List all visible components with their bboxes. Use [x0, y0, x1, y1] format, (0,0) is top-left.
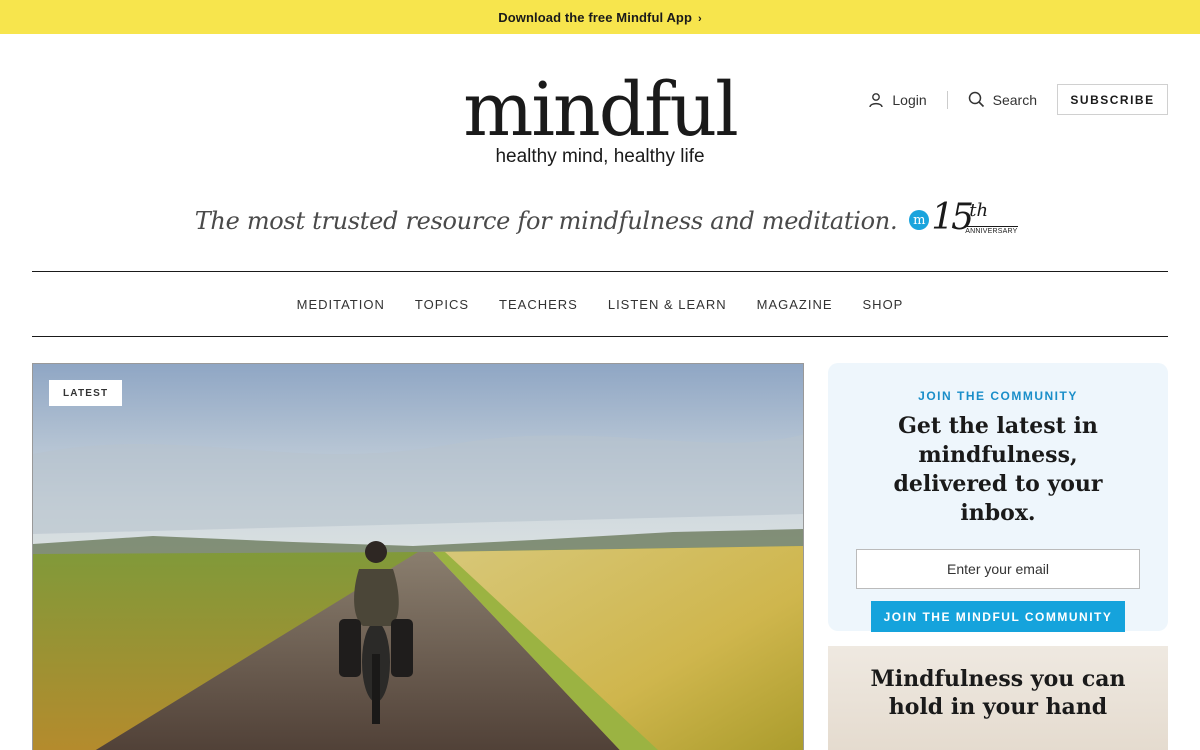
search-label: Search — [992, 91, 1037, 108]
logo-wordmark: mindful — [463, 67, 739, 153]
email-input[interactable] — [856, 549, 1140, 589]
anniversary-badge: m 15 th ANNIVERSARY — [909, 196, 1018, 246]
header-tools: Login Search SUBSCRIBE — [868, 84, 1168, 115]
signup-eyebrow: JOIN THE COMMUNITY — [918, 389, 1078, 403]
nav-item-magazine[interactable]: MAGAZINE — [757, 297, 833, 312]
nav-item-shop[interactable]: SHOP — [863, 297, 904, 312]
subscribe-button[interactable]: SUBSCRIBE — [1057, 84, 1168, 115]
user-icon — [869, 92, 884, 107]
join-community-button[interactable]: JOIN THE MINDFUL COMMUNITY — [871, 601, 1125, 632]
app-download-banner: Download the free Mindful App › — [0, 0, 1200, 34]
tools-divider — [946, 90, 948, 109]
download-app-label: Download the free Mindful App — [498, 9, 693, 25]
featured-article-card[interactable]: LATEST — [32, 363, 804, 750]
newsletter-signup: JOIN THE COMMUNITY Get the latest in min… — [828, 363, 1168, 632]
search-button[interactable]: Search — [968, 91, 1037, 108]
mission-text: The most trusted resource for mindfulnes… — [194, 207, 898, 235]
nav-item-teachers[interactable]: TEACHERS — [499, 297, 578, 312]
login-label: Login — [892, 91, 927, 108]
magazine-promo[interactable]: Mindfulness you can hold in your hand — [828, 646, 1168, 750]
hero-image — [33, 364, 803, 750]
signup-heading: Get the latest in mindfulness, delivered… — [893, 413, 1103, 526]
login-button[interactable]: Login — [868, 91, 927, 108]
nav-item-meditation[interactable]: MEDITATION — [297, 297, 385, 312]
site-logo[interactable]: mindful healthy mind, healthy life — [430, 70, 770, 168]
search-icon — [968, 91, 984, 108]
mindful-m-icon: m — [909, 210, 930, 230]
chevron-right-icon: › — [698, 12, 702, 25]
anniversary-suffix: th — [969, 200, 989, 221]
mission-statement: The most trusted resource for mindfulnes… — [0, 196, 1200, 246]
promo-heading: Mindfulness you can hold in your hand — [870, 666, 1126, 720]
nav-item-topics[interactable]: TOPICS — [415, 297, 469, 312]
latest-badge: LATEST — [49, 380, 123, 406]
main-nav: MEDITATION TOPICS TEACHERS LISTEN & LEAR… — [32, 271, 1168, 337]
nav-item-listen-learn[interactable]: LISTEN & LEARN — [608, 297, 727, 312]
download-app-link[interactable]: Download the free Mindful App › — [498, 10, 702, 25]
anniversary-word: ANNIVERSARY — [965, 226, 1018, 235]
